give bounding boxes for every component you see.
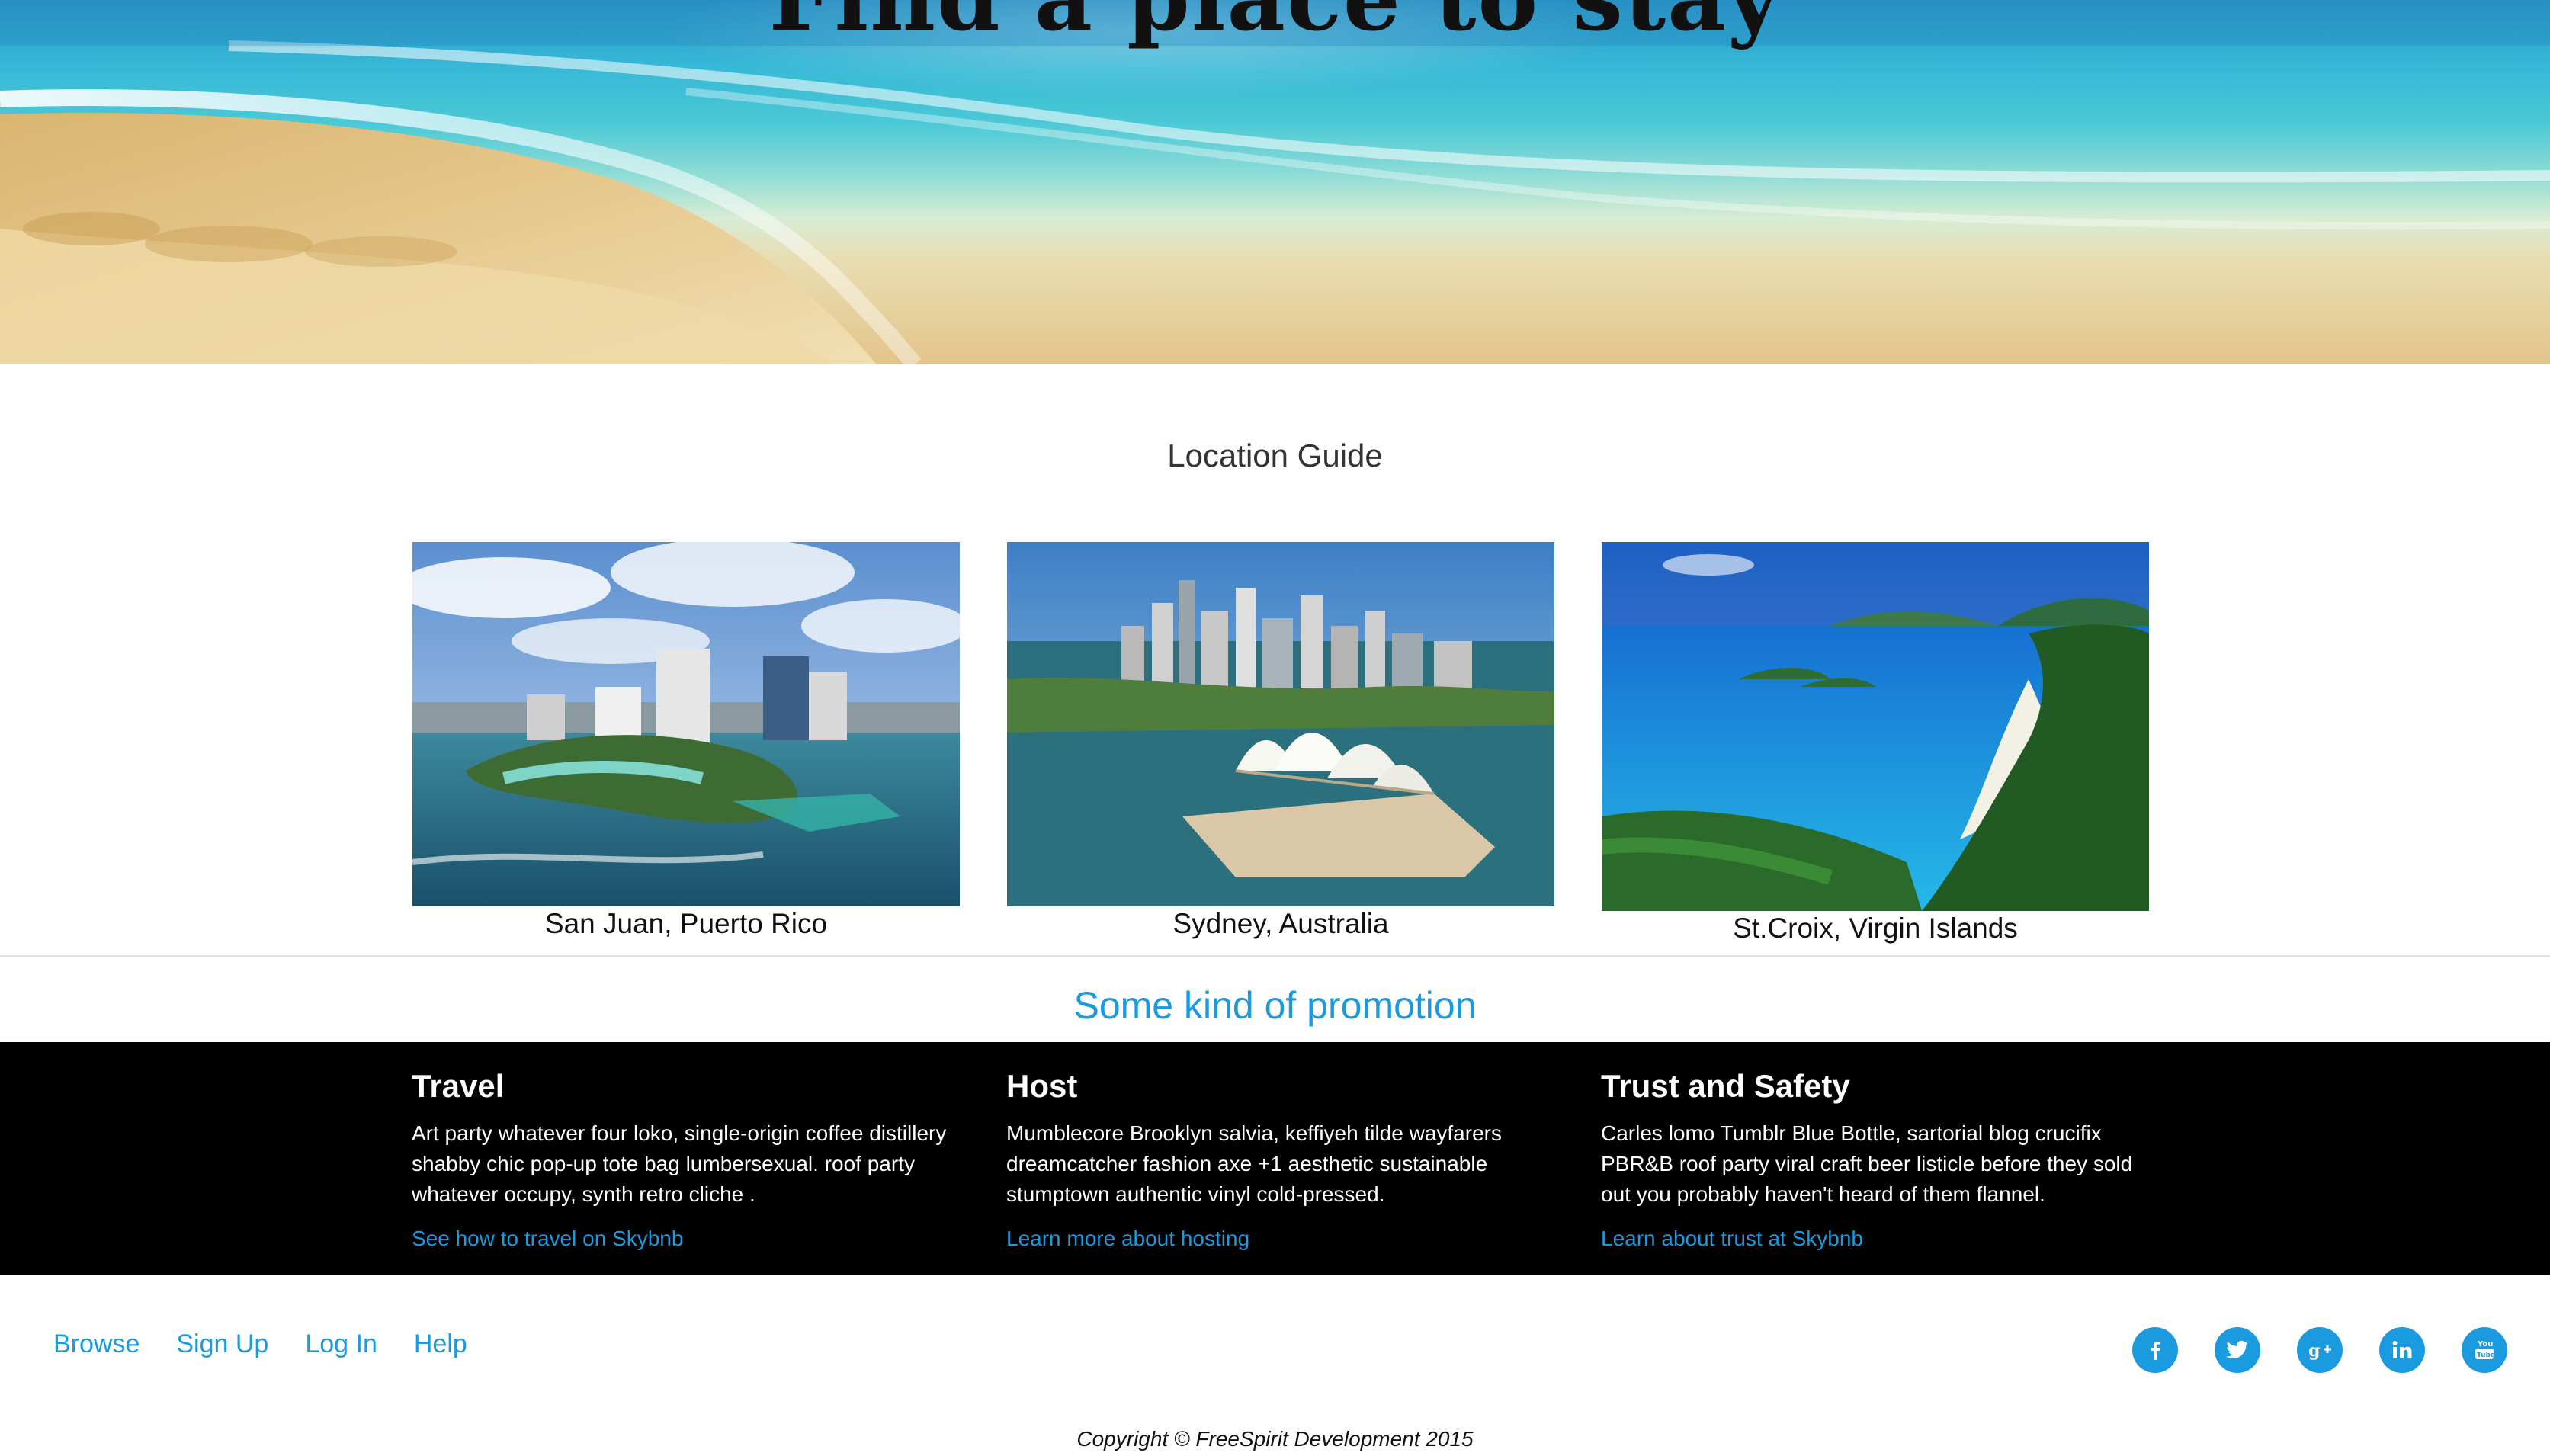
copyright-text: Copyright © FreeSpirit Development 2015 bbox=[1076, 1427, 1474, 1451]
beach-image bbox=[0, 0, 2550, 364]
location-caption[interactable]: San Juan, Puerto Rico bbox=[412, 908, 960, 940]
section-title: Location Guide bbox=[1167, 438, 1383, 473]
location-caption[interactable]: St.Croix, Virgin Islands bbox=[1602, 912, 2149, 944]
sign-up-link[interactable]: Sign Up bbox=[176, 1329, 268, 1359]
google-plus-icon[interactable]: g bbox=[2297, 1327, 2343, 1373]
info-column-trust: Trust and Safety Carles lomo Tumblr Blue… bbox=[1601, 1068, 2165, 1251]
location-card-san-juan[interactable]: San Juan, Puerto Rico bbox=[412, 542, 960, 940]
info-heading: Trust and Safety bbox=[1601, 1068, 1850, 1104]
trust-link[interactable]: Learn about trust at Skybnb bbox=[1601, 1227, 1863, 1251]
location-caption[interactable]: Sydney, Australia bbox=[1007, 908, 1554, 940]
footer-nav: Browse Sign Up Log In Help bbox=[53, 1329, 467, 1359]
info-body: Art party whatever four loko, single-ori… bbox=[412, 1121, 947, 1206]
info-column-travel: Travel Art party whatever four loko, sin… bbox=[412, 1068, 976, 1251]
hero-title: Find a place to stay bbox=[0, 0, 2550, 51]
linkedin-icon[interactable] bbox=[2379, 1327, 2425, 1373]
svg-text:g: g bbox=[2308, 1341, 2320, 1361]
help-link[interactable]: Help bbox=[414, 1329, 467, 1359]
info-column-host: Host Mumblecore Brooklyn salvia, keffiye… bbox=[1006, 1068, 1570, 1251]
facebook-icon[interactable] bbox=[2132, 1327, 2178, 1373]
location-photo[interactable] bbox=[1602, 542, 2149, 911]
section-divider bbox=[0, 955, 2550, 957]
location-photo[interactable] bbox=[1007, 542, 1554, 906]
twitter-icon[interactable] bbox=[2215, 1327, 2260, 1373]
info-body: Mumblecore Brooklyn salvia, keffiyeh til… bbox=[1006, 1121, 1502, 1206]
info-heading: Host bbox=[1006, 1068, 1078, 1104]
promotion-banner[interactable]: Some kind of promotion bbox=[0, 983, 2550, 1028]
youtube-icon[interactable]: You Tube bbox=[2462, 1327, 2507, 1373]
location-photo[interactable] bbox=[412, 542, 960, 906]
log-in-link[interactable]: Log In bbox=[305, 1329, 377, 1359]
browse-link[interactable]: Browse bbox=[53, 1329, 140, 1359]
info-band: Travel Art party whatever four loko, sin… bbox=[0, 1042, 2550, 1275]
hosting-link[interactable]: Learn more about hosting bbox=[1006, 1227, 1249, 1251]
info-heading: Travel bbox=[412, 1068, 505, 1104]
info-body: Carles lomo Tumblr Blue Bottle, sartoria… bbox=[1601, 1121, 2133, 1206]
svg-text:Tube: Tube bbox=[2477, 1352, 2495, 1359]
location-card-st-croix[interactable]: St.Croix, Virgin Islands bbox=[1602, 542, 2149, 944]
travel-link[interactable]: See how to travel on Skybnb bbox=[412, 1227, 683, 1251]
svg-text:You: You bbox=[2477, 1340, 2493, 1349]
hero-banner: Find a place to stay bbox=[0, 0, 2550, 364]
location-card-sydney[interactable]: Sydney, Australia bbox=[1007, 542, 1554, 940]
